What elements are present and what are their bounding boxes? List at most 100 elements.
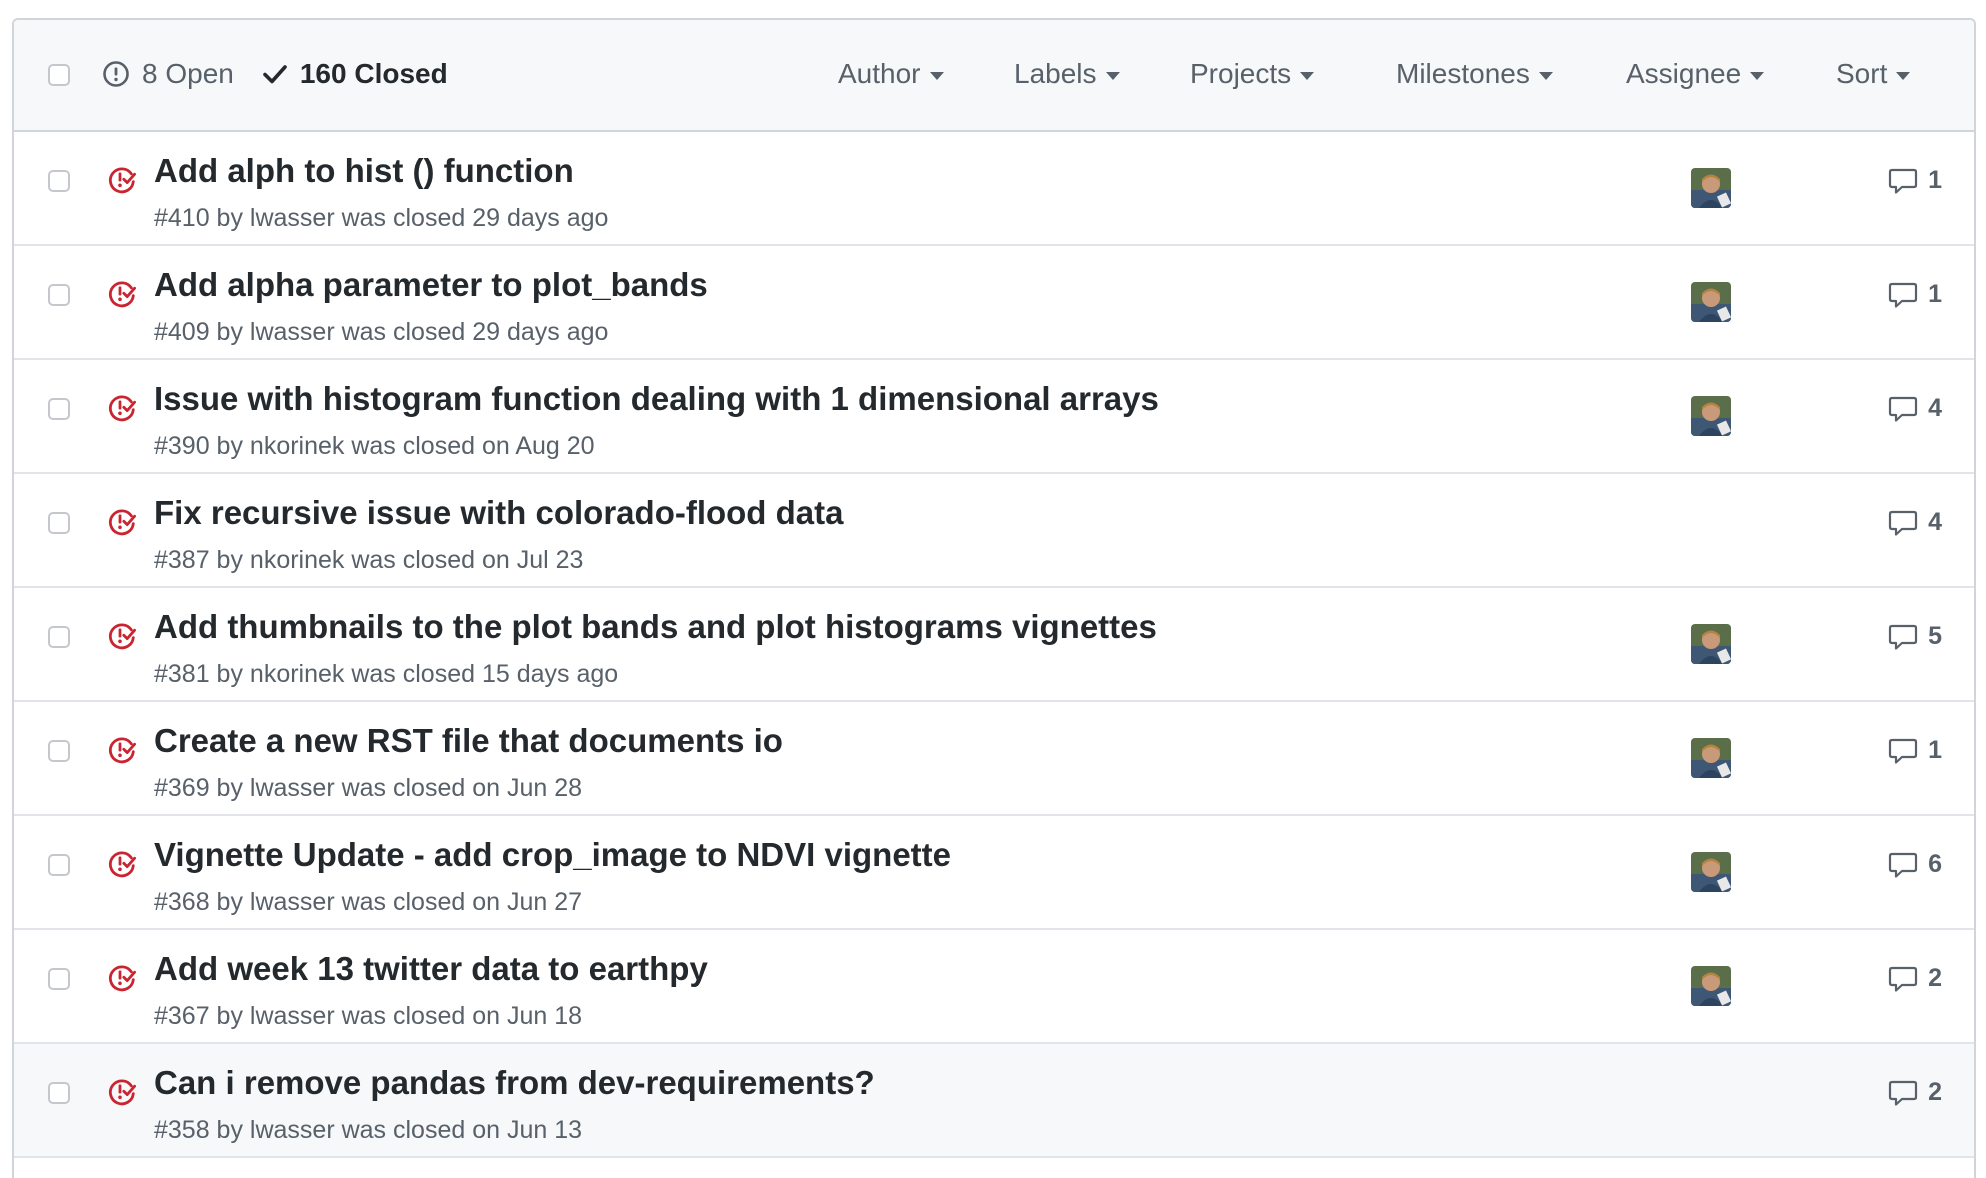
issue-title-link[interactable]: Add week 13 twitter data to earthpy (154, 950, 708, 988)
caret-down-icon (1300, 72, 1315, 80)
projects-filter-label: Projects (1190, 58, 1292, 89)
comment-icon (1888, 965, 1928, 993)
milestones-filter-label: Milestones (1396, 58, 1530, 89)
comments-link[interactable]: 4 (1888, 508, 1942, 537)
issue-row: Can i remove pandas from dev-requirement… (14, 1044, 1974, 1158)
issue-row: Add thumbnails to the plot bands and plo… (14, 588, 1974, 702)
issues-list-box: 8 Open 160 Closed Author Labels Projects (12, 18, 1976, 1178)
assignee-avatar[interactable] (1691, 396, 1731, 436)
issue-meta: #368 by lwasser was closed on Jun 27 (154, 888, 583, 916)
issue-meta: #410 by lwasser was closed 29 days ago (154, 204, 609, 232)
labels-filter-label: Labels (1014, 58, 1097, 89)
issue-checkbox[interactable] (48, 512, 70, 534)
comment-count: 5 (1928, 622, 1942, 650)
comment-icon (1888, 851, 1928, 879)
comment-count: 2 (1928, 964, 1942, 992)
milestones-filter[interactable]: Milestones (1396, 58, 1553, 90)
caret-down-icon (1896, 72, 1911, 80)
assignee-avatar[interactable] (1691, 738, 1731, 778)
issue-checkbox[interactable] (48, 284, 70, 306)
filter-bar: Author Labels Projects Milestones Assign… (14, 54, 1974, 94)
author-filter-label: Author (838, 58, 921, 89)
comment-icon (1888, 1079, 1928, 1107)
projects-filter[interactable]: Projects (1190, 58, 1315, 90)
issue-title-link[interactable]: Add thumbnails to the plot bands and plo… (154, 608, 1157, 646)
comments-link[interactable]: 5 (1888, 622, 1942, 651)
issue-closed-icon (106, 962, 138, 999)
comment-count: 1 (1928, 280, 1942, 308)
comment-count: 2 (1928, 1078, 1942, 1106)
comment-count: 1 (1928, 166, 1942, 194)
assignee-avatar[interactable] (1691, 624, 1731, 664)
issue-checkbox[interactable] (48, 740, 70, 762)
comments-link[interactable]: 2 (1888, 964, 1942, 993)
issue-title-link[interactable]: Create a new RST file that documents io (154, 722, 783, 760)
comments-link[interactable]: 4 (1888, 394, 1942, 423)
comment-icon (1888, 395, 1928, 423)
issue-closed-icon (106, 620, 138, 657)
issue-row: Vignette Update - add crop_image to NDVI… (14, 816, 1974, 930)
comment-count: 1 (1928, 736, 1942, 764)
issue-checkbox[interactable] (48, 1082, 70, 1104)
issue-meta: #387 by nkorinek was closed on Jul 23 (154, 546, 584, 574)
comment-count: 6 (1928, 850, 1942, 878)
assignee-filter[interactable]: Assignee (1626, 58, 1765, 90)
issue-checkbox[interactable] (48, 854, 70, 876)
issue-meta: #367 by lwasser was closed on Jun 18 (154, 1002, 583, 1030)
issue-row: Issue with histogram function dealing wi… (14, 360, 1974, 474)
labels-filter[interactable]: Labels (1014, 58, 1120, 90)
comments-link[interactable]: 2 (1888, 1078, 1942, 1107)
assignee-avatar[interactable] (1691, 282, 1731, 322)
assignee-filter-label: Assignee (1626, 58, 1742, 89)
issue-row: Add week 13 twitter data to earthpy #367… (14, 930, 1974, 1044)
issue-title-link[interactable]: Issue with histogram function dealing wi… (154, 380, 1159, 418)
issue-closed-icon (106, 278, 138, 315)
assignee-avatar[interactable] (1691, 966, 1731, 1006)
issue-meta: #409 by lwasser was closed 29 days ago (154, 318, 609, 346)
comment-icon (1888, 737, 1928, 765)
caret-down-icon (1538, 72, 1553, 80)
issue-closed-icon (106, 506, 138, 543)
comments-link[interactable]: 1 (1888, 736, 1942, 765)
issue-row: Add alph to hist () function #410 by lwa… (14, 132, 1974, 246)
issue-meta: #381 by nkorinek was closed 15 days ago (154, 660, 619, 688)
issue-meta: #358 by lwasser was closed on Jun 13 (154, 1116, 583, 1144)
issue-checkbox[interactable] (48, 398, 70, 420)
issue-row: Add alpha parameter to plot_bands #409 b… (14, 246, 1974, 360)
issues-list: Add alph to hist () function #410 by lwa… (14, 132, 1974, 1158)
issue-closed-icon (106, 392, 138, 429)
issue-checkbox[interactable] (48, 626, 70, 648)
issue-title-link[interactable]: Add alpha parameter to plot_bands (154, 266, 708, 304)
issue-checkbox[interactable] (48, 170, 70, 192)
assignee-avatar[interactable] (1691, 852, 1731, 892)
issue-title-link[interactable]: Fix recursive issue with colorado-flood … (154, 494, 844, 532)
comment-count: 4 (1928, 508, 1942, 536)
comments-link[interactable]: 6 (1888, 850, 1942, 879)
issue-title-link[interactable]: Add alph to hist () function (154, 152, 574, 190)
comment-icon (1888, 167, 1928, 195)
issue-closed-icon (106, 734, 138, 771)
issue-row: Fix recursive issue with colorado-flood … (14, 474, 1974, 588)
assignee-avatar[interactable] (1691, 168, 1731, 208)
issue-title-link[interactable]: Can i remove pandas from dev-requirement… (154, 1064, 875, 1102)
issue-closed-icon (106, 848, 138, 885)
comment-icon (1888, 623, 1928, 651)
issue-closed-icon (106, 164, 138, 201)
comments-link[interactable]: 1 (1888, 166, 1942, 195)
issue-meta: #390 by nkorinek was closed on Aug 20 (154, 432, 595, 460)
caret-down-icon (1750, 72, 1765, 80)
issue-row: Create a new RST file that documents io … (14, 702, 1974, 816)
issue-closed-icon (106, 1076, 138, 1113)
comment-icon (1888, 509, 1928, 537)
issue-meta: #369 by lwasser was closed on Jun 28 (154, 774, 583, 802)
issue-checkbox[interactable] (48, 968, 70, 990)
sort-filter[interactable]: Sort (1836, 58, 1911, 90)
comment-icon (1888, 281, 1928, 309)
sort-filter-label: Sort (1836, 58, 1888, 89)
issue-title-link[interactable]: Vignette Update - add crop_image to NDVI… (154, 836, 951, 874)
comments-link[interactable]: 1 (1888, 280, 1942, 309)
author-filter[interactable]: Author (838, 58, 944, 90)
issues-list-header: 8 Open 160 Closed Author Labels Projects (14, 20, 1974, 132)
caret-down-icon (1105, 72, 1120, 80)
comment-count: 4 (1928, 394, 1942, 422)
